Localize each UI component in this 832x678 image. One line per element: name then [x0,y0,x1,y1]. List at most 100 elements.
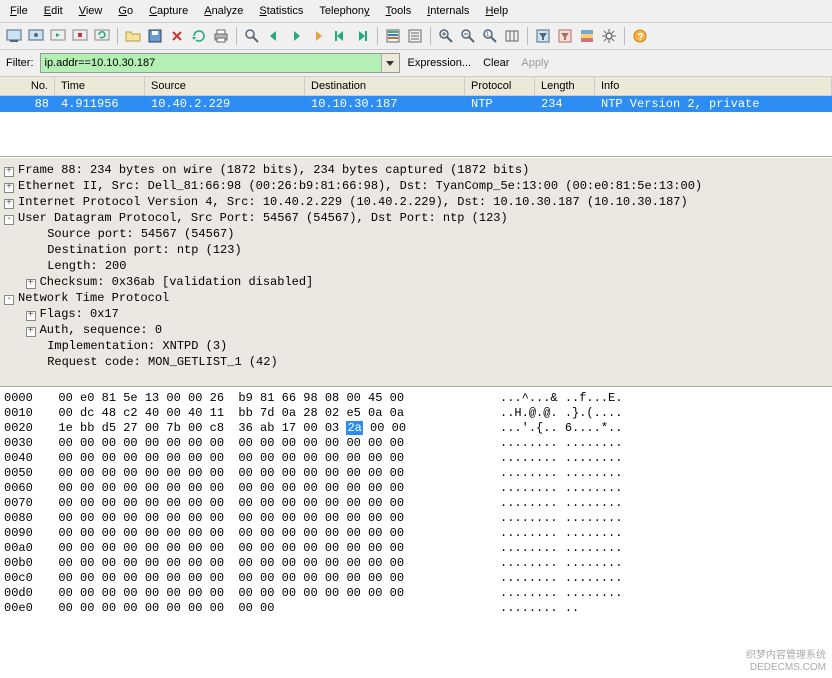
start-capture-icon[interactable] [48,26,68,46]
go-forward-icon[interactable] [286,26,306,46]
menu-item[interactable]: Analyze [198,2,249,20]
menu-item[interactable]: Telephony [313,2,375,20]
packet-details-pane[interactable]: +Frame 88: 234 bytes on wire (1872 bits)… [0,157,832,387]
menu-item[interactable]: Statistics [253,2,309,20]
col-header-time[interactable]: Time [55,77,145,95]
detail-line[interactable]: -Network Time Protocol [0,290,832,306]
stop-capture-icon[interactable] [70,26,90,46]
separator [624,27,625,45]
menu-item[interactable]: Tools [380,2,418,20]
hex-line[interactable]: 0050 00 00 00 00 00 00 00 00 00 00 00 00… [0,466,832,481]
menu-bar: FileEditViewGoCaptureAnalyzeStatisticsTe… [0,0,832,23]
filter-input-container [40,53,400,73]
separator [117,27,118,45]
apply-button[interactable]: Apply [517,57,553,69]
colorize-icon[interactable] [383,26,403,46]
detail-line[interactable]: +Internet Protocol Version 4, Src: 10.40… [0,194,832,210]
col-header-protocol[interactable]: Protocol [465,77,535,95]
preferences-icon[interactable] [599,26,619,46]
detail-line[interactable]: +Flags: 0x17 [0,306,832,322]
filter-toolbar: Filter: Expression... Clear Apply [0,50,832,77]
separator [527,27,528,45]
separator [430,27,431,45]
hex-line[interactable]: 00e0 00 00 00 00 00 00 00 00 00 00 .....… [0,601,832,616]
col-header-length[interactable]: Length [535,77,595,95]
detail-line[interactable]: +Checksum: 0x36ab [validation disabled] [0,274,832,290]
go-back-icon[interactable] [264,26,284,46]
hex-line[interactable]: 0070 00 00 00 00 00 00 00 00 00 00 00 00… [0,496,832,511]
filter-label: Filter: [6,57,34,69]
go-last-icon[interactable] [352,26,372,46]
hex-line[interactable]: 0060 00 00 00 00 00 00 00 00 00 00 00 00… [0,481,832,496]
menu-item[interactable]: Help [479,2,514,20]
capture-filters-icon[interactable] [533,26,553,46]
detail-line[interactable]: +Ethernet II, Src: Dell_81:66:98 (00:26:… [0,178,832,194]
open-file-icon[interactable] [123,26,143,46]
filter-dropdown-icon[interactable] [381,54,399,72]
menu-item[interactable]: File [4,2,34,20]
expression-button[interactable]: Expression... [404,57,476,69]
col-header-no[interactable]: No. [0,77,55,95]
restart-capture-icon[interactable] [92,26,112,46]
hex-line[interactable]: 0040 00 00 00 00 00 00 00 00 00 00 00 00… [0,451,832,466]
display-filters-icon[interactable] [555,26,575,46]
tree-expander-icon[interactable]: + [26,279,36,289]
reload-icon[interactable] [189,26,209,46]
auto-scroll-icon[interactable] [405,26,425,46]
zoom-reset-icon[interactable]: 1 [480,26,500,46]
menu-item[interactable]: View [73,2,109,20]
clear-button[interactable]: Clear [479,57,513,69]
packet-row[interactable]: 884.91195610.40.2.22910.10.30.187NTP234N… [0,96,832,112]
close-file-icon[interactable] [167,26,187,46]
find-icon[interactable] [242,26,262,46]
filter-input[interactable] [41,57,381,69]
separator [236,27,237,45]
resize-columns-icon[interactable] [502,26,522,46]
tree-expander-icon[interactable]: - [4,215,14,225]
detail-line[interactable]: Length: 200 [0,258,832,274]
hex-line[interactable]: 0080 00 00 00 00 00 00 00 00 00 00 00 00… [0,511,832,526]
tree-expander-icon[interactable]: + [4,183,14,193]
print-icon[interactable] [211,26,231,46]
hex-line[interactable]: 0090 00 00 00 00 00 00 00 00 00 00 00 00… [0,526,832,541]
detail-line[interactable]: Request code: MON_GETLIST_1 (42) [0,354,832,370]
go-to-packet-icon[interactable] [308,26,328,46]
detail-line[interactable]: -User Datagram Protocol, Src Port: 54567… [0,210,832,226]
tree-expander-icon[interactable]: - [4,295,14,305]
hex-line[interactable]: 00d0 00 00 00 00 00 00 00 00 00 00 00 00… [0,586,832,601]
tree-expander-icon[interactable]: + [26,311,36,321]
detail-line[interactable]: Destination port: ntp (123) [0,242,832,258]
zoom-in-icon[interactable] [436,26,456,46]
menu-item[interactable]: Go [112,2,139,20]
tree-expander-icon[interactable]: + [4,199,14,209]
packet-bytes-pane[interactable]: 0000 00 e0 81 5e 13 00 00 26 b9 81 66 98… [0,387,832,678]
hex-line[interactable]: 00b0 00 00 00 00 00 00 00 00 00 00 00 00… [0,556,832,571]
separator [377,27,378,45]
menu-item[interactable]: Capture [143,2,194,20]
interfaces-icon[interactable] [4,26,24,46]
hex-line[interactable]: 0020 1e bb d5 27 00 7b 00 c8 36 ab 17 00… [0,421,832,436]
save-file-icon[interactable] [145,26,165,46]
coloring-rules-icon[interactable] [577,26,597,46]
tree-expander-icon[interactable]: + [4,167,14,177]
hex-line[interactable]: 00c0 00 00 00 00 00 00 00 00 00 00 00 00… [0,571,832,586]
tree-expander-icon[interactable]: + [26,327,36,337]
detail-line[interactable]: +Frame 88: 234 bytes on wire (1872 bits)… [0,162,832,178]
detail-line[interactable]: +Auth, sequence: 0 [0,322,832,338]
col-header-destination[interactable]: Destination [305,77,465,95]
go-first-icon[interactable] [330,26,350,46]
options-icon[interactable] [26,26,46,46]
detail-line[interactable]: Implementation: XNTPD (3) [0,338,832,354]
col-header-source[interactable]: Source [145,77,305,95]
hex-line[interactable]: 0030 00 00 00 00 00 00 00 00 00 00 00 00… [0,436,832,451]
packet-list-pane: No. Time Source Destination Protocol Len… [0,77,832,157]
zoom-out-icon[interactable] [458,26,478,46]
help-icon[interactable]: ? [630,26,650,46]
menu-item[interactable]: Edit [38,2,69,20]
hex-line[interactable]: 00a0 00 00 00 00 00 00 00 00 00 00 00 00… [0,541,832,556]
col-header-info[interactable]: Info [595,77,832,95]
hex-line[interactable]: 0000 00 e0 81 5e 13 00 00 26 b9 81 66 98… [0,391,832,406]
menu-item[interactable]: Internals [421,2,475,20]
hex-line[interactable]: 0010 00 dc 48 c2 40 00 40 11 bb 7d 0a 28… [0,406,832,421]
detail-line[interactable]: Source port: 54567 (54567) [0,226,832,242]
